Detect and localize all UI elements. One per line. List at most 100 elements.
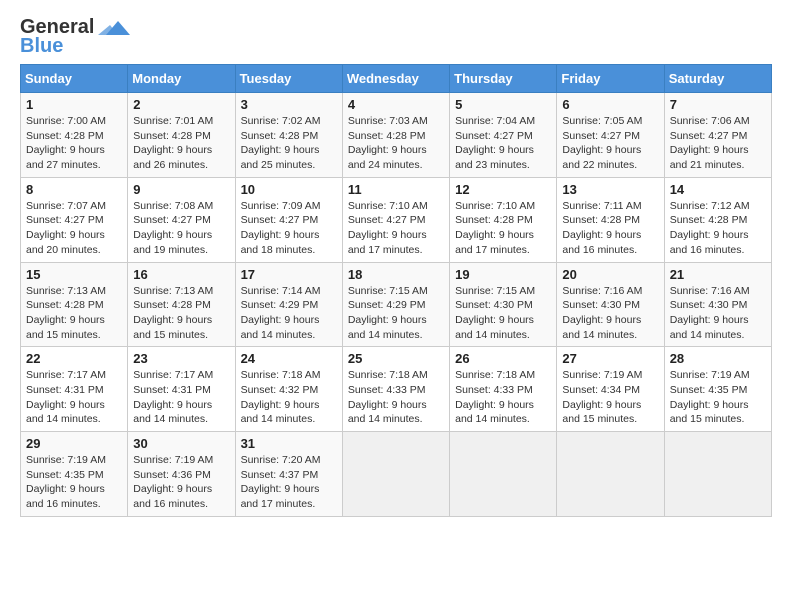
day-number: 11 [348, 182, 444, 197]
day-detail: Sunrise: 7:08 AM Sunset: 4:27 PM Dayligh… [133, 199, 229, 258]
day-detail: Sunrise: 7:14 AM Sunset: 4:29 PM Dayligh… [241, 284, 337, 343]
day-cell: 16 Sunrise: 7:13 AM Sunset: 4:28 PM Dayl… [128, 262, 235, 347]
day-cell: 10 Sunrise: 7:09 AM Sunset: 4:27 PM Dayl… [235, 177, 342, 262]
day-number: 31 [241, 436, 337, 451]
day-number: 14 [670, 182, 766, 197]
day-number: 2 [133, 97, 229, 112]
header-cell-wednesday: Wednesday [342, 65, 449, 93]
day-cell: 28 Sunrise: 7:19 AM Sunset: 4:35 PM Dayl… [664, 347, 771, 432]
day-cell: 17 Sunrise: 7:14 AM Sunset: 4:29 PM Dayl… [235, 262, 342, 347]
day-cell: 26 Sunrise: 7:18 AM Sunset: 4:33 PM Dayl… [450, 347, 557, 432]
day-number: 1 [26, 97, 122, 112]
week-row-1: 1 Sunrise: 7:00 AM Sunset: 4:28 PM Dayli… [21, 93, 772, 178]
day-number: 30 [133, 436, 229, 451]
day-cell: 4 Sunrise: 7:03 AM Sunset: 4:28 PM Dayli… [342, 93, 449, 178]
page-header: General Blue [20, 16, 772, 58]
day-detail: Sunrise: 7:19 AM Sunset: 4:34 PM Dayligh… [562, 368, 658, 427]
day-number: 8 [26, 182, 122, 197]
header-cell-sunday: Sunday [21, 65, 128, 93]
day-detail: Sunrise: 7:19 AM Sunset: 4:36 PM Dayligh… [133, 453, 229, 512]
day-number: 29 [26, 436, 122, 451]
calendar-table: SundayMondayTuesdayWednesdayThursdayFrid… [20, 64, 772, 517]
day-cell: 31 Sunrise: 7:20 AM Sunset: 4:37 PM Dayl… [235, 432, 342, 517]
day-cell: 3 Sunrise: 7:02 AM Sunset: 4:28 PM Dayli… [235, 93, 342, 178]
day-detail: Sunrise: 7:19 AM Sunset: 4:35 PM Dayligh… [26, 453, 122, 512]
day-cell: 8 Sunrise: 7:07 AM Sunset: 4:27 PM Dayli… [21, 177, 128, 262]
day-number: 16 [133, 267, 229, 282]
day-detail: Sunrise: 7:09 AM Sunset: 4:27 PM Dayligh… [241, 199, 337, 258]
day-detail: Sunrise: 7:12 AM Sunset: 4:28 PM Dayligh… [670, 199, 766, 258]
day-detail: Sunrise: 7:00 AM Sunset: 4:28 PM Dayligh… [26, 114, 122, 173]
header-cell-tuesday: Tuesday [235, 65, 342, 93]
header-cell-saturday: Saturday [664, 65, 771, 93]
day-cell: 12 Sunrise: 7:10 AM Sunset: 4:28 PM Dayl… [450, 177, 557, 262]
day-cell: 13 Sunrise: 7:11 AM Sunset: 4:28 PM Dayl… [557, 177, 664, 262]
day-cell: 7 Sunrise: 7:06 AM Sunset: 4:27 PM Dayli… [664, 93, 771, 178]
day-number: 17 [241, 267, 337, 282]
day-detail: Sunrise: 7:18 AM Sunset: 4:33 PM Dayligh… [348, 368, 444, 427]
day-number: 9 [133, 182, 229, 197]
week-row-3: 15 Sunrise: 7:13 AM Sunset: 4:28 PM Dayl… [21, 262, 772, 347]
day-cell: 29 Sunrise: 7:19 AM Sunset: 4:35 PM Dayl… [21, 432, 128, 517]
day-detail: Sunrise: 7:17 AM Sunset: 4:31 PM Dayligh… [133, 368, 229, 427]
day-number: 19 [455, 267, 551, 282]
day-cell [557, 432, 664, 517]
day-detail: Sunrise: 7:19 AM Sunset: 4:35 PM Dayligh… [670, 368, 766, 427]
logo: General Blue [20, 16, 130, 58]
week-row-4: 22 Sunrise: 7:17 AM Sunset: 4:31 PM Dayl… [21, 347, 772, 432]
week-row-2: 8 Sunrise: 7:07 AM Sunset: 4:27 PM Dayli… [21, 177, 772, 262]
day-number: 23 [133, 351, 229, 366]
day-cell: 9 Sunrise: 7:08 AM Sunset: 4:27 PM Dayli… [128, 177, 235, 262]
calendar-body: 1 Sunrise: 7:00 AM Sunset: 4:28 PM Dayli… [21, 93, 772, 517]
day-cell: 5 Sunrise: 7:04 AM Sunset: 4:27 PM Dayli… [450, 93, 557, 178]
header-cell-thursday: Thursday [450, 65, 557, 93]
day-number: 7 [670, 97, 766, 112]
day-cell: 30 Sunrise: 7:19 AM Sunset: 4:36 PM Dayl… [128, 432, 235, 517]
day-detail: Sunrise: 7:06 AM Sunset: 4:27 PM Dayligh… [670, 114, 766, 173]
day-cell [450, 432, 557, 517]
day-cell [342, 432, 449, 517]
calendar-header-row: SundayMondayTuesdayWednesdayThursdayFrid… [21, 65, 772, 93]
day-detail: Sunrise: 7:05 AM Sunset: 4:27 PM Dayligh… [562, 114, 658, 173]
day-detail: Sunrise: 7:13 AM Sunset: 4:28 PM Dayligh… [133, 284, 229, 343]
day-number: 28 [670, 351, 766, 366]
day-cell: 24 Sunrise: 7:18 AM Sunset: 4:32 PM Dayl… [235, 347, 342, 432]
day-cell: 25 Sunrise: 7:18 AM Sunset: 4:33 PM Dayl… [342, 347, 449, 432]
day-number: 10 [241, 182, 337, 197]
day-detail: Sunrise: 7:07 AM Sunset: 4:27 PM Dayligh… [26, 199, 122, 258]
day-detail: Sunrise: 7:18 AM Sunset: 4:33 PM Dayligh… [455, 368, 551, 427]
day-detail: Sunrise: 7:18 AM Sunset: 4:32 PM Dayligh… [241, 368, 337, 427]
day-cell: 2 Sunrise: 7:01 AM Sunset: 4:28 PM Dayli… [128, 93, 235, 178]
day-number: 12 [455, 182, 551, 197]
day-cell [664, 432, 771, 517]
day-number: 3 [241, 97, 337, 112]
day-cell: 22 Sunrise: 7:17 AM Sunset: 4:31 PM Dayl… [21, 347, 128, 432]
day-detail: Sunrise: 7:10 AM Sunset: 4:28 PM Dayligh… [455, 199, 551, 258]
day-detail: Sunrise: 7:11 AM Sunset: 4:28 PM Dayligh… [562, 199, 658, 258]
day-number: 6 [562, 97, 658, 112]
day-number: 18 [348, 267, 444, 282]
day-number: 5 [455, 97, 551, 112]
day-detail: Sunrise: 7:15 AM Sunset: 4:30 PM Dayligh… [455, 284, 551, 343]
day-detail: Sunrise: 7:10 AM Sunset: 4:27 PM Dayligh… [348, 199, 444, 258]
day-number: 26 [455, 351, 551, 366]
week-row-5: 29 Sunrise: 7:19 AM Sunset: 4:35 PM Dayl… [21, 432, 772, 517]
day-detail: Sunrise: 7:02 AM Sunset: 4:28 PM Dayligh… [241, 114, 337, 173]
day-number: 20 [562, 267, 658, 282]
day-detail: Sunrise: 7:01 AM Sunset: 4:28 PM Dayligh… [133, 114, 229, 173]
day-detail: Sunrise: 7:16 AM Sunset: 4:30 PM Dayligh… [562, 284, 658, 343]
header-cell-monday: Monday [128, 65, 235, 93]
day-cell: 21 Sunrise: 7:16 AM Sunset: 4:30 PM Dayl… [664, 262, 771, 347]
day-number: 24 [241, 351, 337, 366]
day-cell: 14 Sunrise: 7:12 AM Sunset: 4:28 PM Dayl… [664, 177, 771, 262]
day-detail: Sunrise: 7:13 AM Sunset: 4:28 PM Dayligh… [26, 284, 122, 343]
day-number: 15 [26, 267, 122, 282]
day-cell: 18 Sunrise: 7:15 AM Sunset: 4:29 PM Dayl… [342, 262, 449, 347]
day-cell: 23 Sunrise: 7:17 AM Sunset: 4:31 PM Dayl… [128, 347, 235, 432]
day-cell: 15 Sunrise: 7:13 AM Sunset: 4:28 PM Dayl… [21, 262, 128, 347]
day-number: 13 [562, 182, 658, 197]
day-number: 4 [348, 97, 444, 112]
day-number: 27 [562, 351, 658, 366]
day-cell: 20 Sunrise: 7:16 AM Sunset: 4:30 PM Dayl… [557, 262, 664, 347]
day-cell: 1 Sunrise: 7:00 AM Sunset: 4:28 PM Dayli… [21, 93, 128, 178]
